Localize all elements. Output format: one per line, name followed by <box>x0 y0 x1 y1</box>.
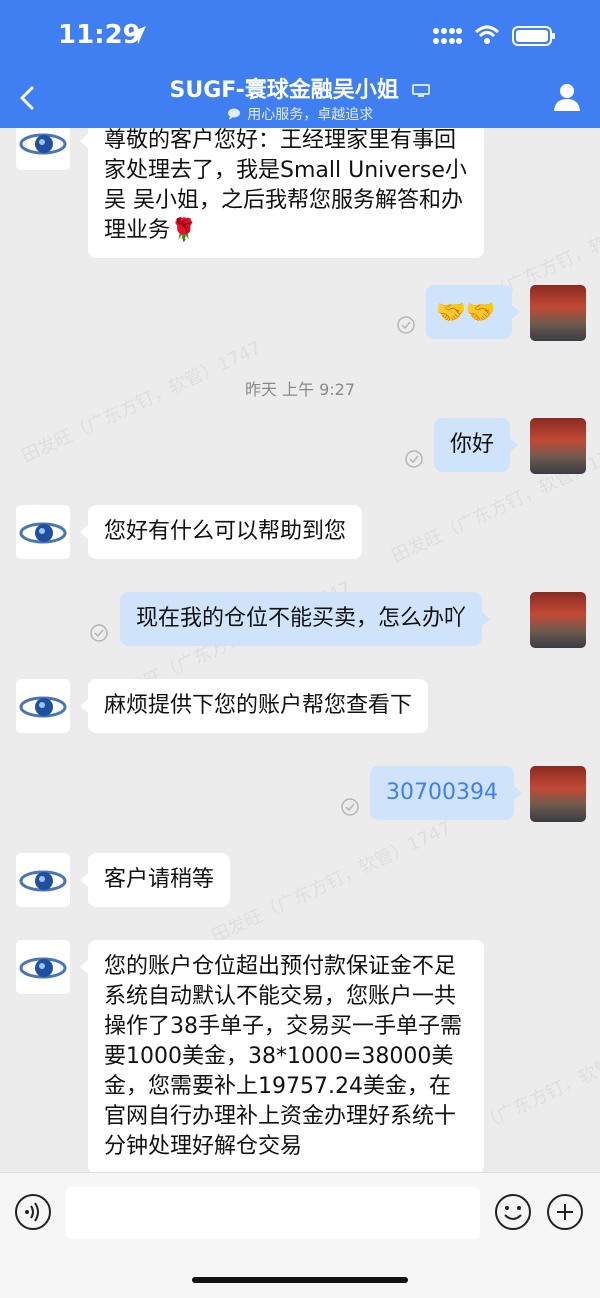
read-check-icon <box>397 316 415 334</box>
home-indicator[interactable] <box>192 1277 408 1283</box>
message-bubble-received[interactable]: 麻烦提供下您的账户帮您查看下 <box>79 679 429 733</box>
voice-input-icon[interactable] <box>14 1193 52 1231</box>
add-more-icon[interactable] <box>546 1193 584 1231</box>
sender-avatar[interactable] <box>16 679 70 733</box>
user-avatar[interactable] <box>530 592 586 648</box>
message-bubble-received[interactable]: 客户请稍等 <box>79 853 231 907</box>
read-check-icon <box>90 624 108 642</box>
globe-logo-icon <box>19 957 67 979</box>
emoji-icon[interactable] <box>494 1193 532 1231</box>
sender-avatar[interactable] <box>16 505 70 559</box>
message-bubble-received[interactable]: 尊敬的客户您好：王经理家里有事回家处理去了，我是Small Universe小吴… <box>80 128 484 258</box>
battery-icon <box>512 26 555 46</box>
globe-logo-icon <box>19 522 67 544</box>
sender-avatar[interactable] <box>16 128 70 170</box>
user-avatar[interactable] <box>530 285 586 341</box>
globe-logo-icon <box>19 870 67 892</box>
message-input[interactable] <box>66 1187 480 1239</box>
message-bubble-received[interactable]: 您好有什么可以帮助到您 <box>79 505 363 559</box>
chat-title: SUGF-寰球金融吴小姐 <box>169 78 399 103</box>
chat-message-list[interactable]: 田发旺（广东方钉，软管）1747 田发旺（广东方钉，软管）1747 田发旺（广东… <box>0 128 600 1172</box>
message-timestamp: 昨天 上午 9:27 <box>244 380 356 399</box>
profile-person-icon[interactable] <box>552 82 582 112</box>
chat-title-row: SUGF-寰球金融吴小姐 <box>0 72 600 104</box>
message-bubble-sent[interactable]: 现在我的仓位不能买卖，怎么办吖 <box>120 592 491 646</box>
globe-logo-icon <box>19 133 67 155</box>
sender-avatar[interactable] <box>16 853 70 907</box>
location-arrow-icon <box>128 26 146 44</box>
user-avatar[interactable] <box>530 766 586 822</box>
message-bubble-sent[interactable]: 30700394 <box>370 766 522 820</box>
cellular-signal-icon <box>433 28 462 44</box>
read-check-icon <box>405 450 423 468</box>
message-bubble-sent[interactable]: 🤝🤝 <box>426 285 520 339</box>
chat-bubble-icon <box>227 108 240 120</box>
chat-subtitle: 用心服务，卓越追求 <box>247 107 374 123</box>
user-avatar[interactable] <box>530 418 586 474</box>
watermark-text: 田发旺（广东方钉，软管）1747 <box>18 337 265 468</box>
message-bubble-sent[interactable]: 你好 <box>434 418 519 472</box>
sender-avatar[interactable] <box>16 940 70 994</box>
globe-logo-icon <box>19 696 67 718</box>
chat-header: SUGF-寰球金融吴小姐 用心服务，卓越追求 <box>0 70 600 128</box>
read-check-icon <box>341 798 359 816</box>
message-bubble-received[interactable]: 您的账户仓位超出预付款保证金不足系统自动默认不能交易，您账户一共操作了38手单子… <box>80 940 484 1172</box>
monitor-icon <box>412 84 431 97</box>
chat-subtitle-row: 用心服务，卓越追求 <box>0 104 600 124</box>
status-bar: 11:29 <box>0 0 600 70</box>
wifi-icon <box>474 25 500 44</box>
watermark-text: 田发旺（广东方钉，软管）1747 <box>208 817 455 948</box>
